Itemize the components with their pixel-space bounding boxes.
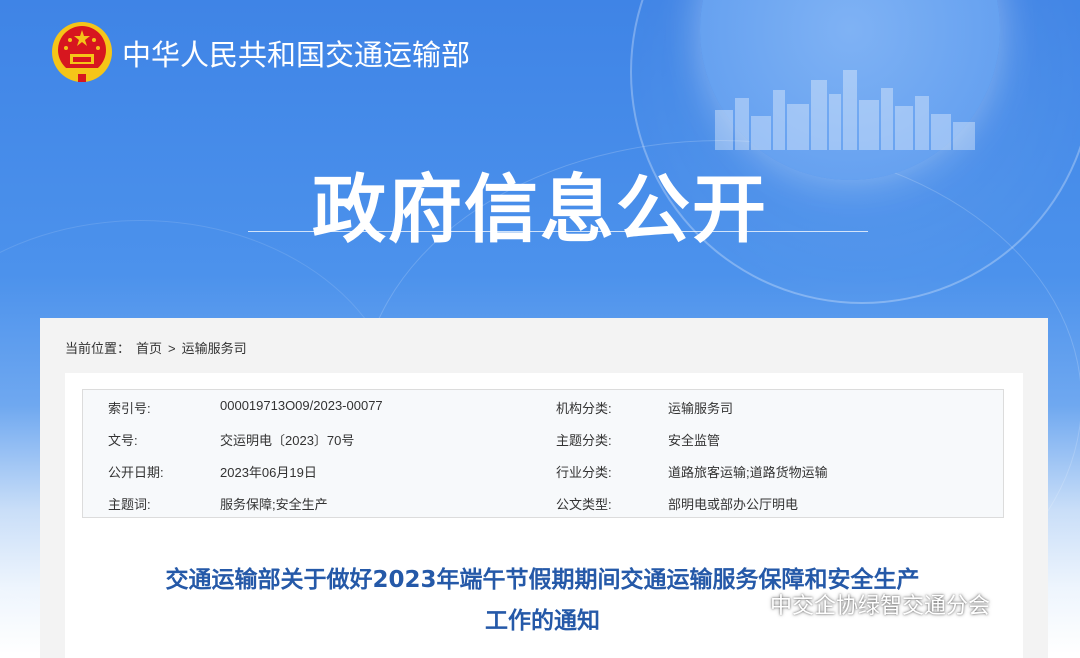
metadata-key: 文号:: [108, 433, 138, 448]
breadcrumb-separator: >: [168, 341, 176, 356]
breadcrumb-home-link[interactable]: 首页: [136, 341, 162, 356]
metadata-row: 文号: 交运明电〔2023〕70号 主题分类: 安全监管: [83, 422, 1003, 454]
metadata-table: 索引号: 000019713O09/2023-00077 机构分类: 运输服务司…: [82, 389, 1004, 518]
metadata-key: 公开日期:: [108, 465, 164, 480]
metadata-row: 主题词: 服务保障;安全生产 公文类型: 部明电或部办公厅明电: [83, 486, 1003, 518]
metadata-key: 公文类型:: [556, 497, 612, 512]
title-underline: [248, 231, 868, 232]
national-emblem-icon: [52, 22, 112, 82]
metadata-key: 行业分类:: [556, 465, 612, 480]
metadata-value: 运输服务司: [668, 401, 734, 416]
metadata-value: 道路旅客运输;道路货物运输: [668, 465, 828, 480]
watermark-text: 中交企协绿智交通分会: [770, 594, 991, 619]
metadata-key: 主题词:: [108, 497, 151, 512]
metadata-value: 交运明电〔2023〕70号: [220, 433, 355, 448]
watermark: 中交企协绿智交通分会: [728, 588, 990, 620]
metadata-key: 索引号:: [108, 401, 151, 416]
metadata-value: 2023年06月19日: [220, 465, 317, 480]
city-skyline-icon: [715, 70, 975, 150]
ministry-name: 中华人民共和国交通运输部: [122, 38, 471, 72]
metadata-row: 公开日期: 2023年06月19日 行业分类: 道路旅客运输;道路货物运输: [83, 454, 1003, 486]
metadata-value: 部明电或部办公厅明电: [668, 497, 799, 512]
banner-title: 政府信息公开: [312, 167, 768, 253]
breadcrumb-current-link[interactable]: 运输服务司: [182, 341, 247, 356]
metadata-value: 服务保障;安全生产: [220, 497, 328, 512]
metadata-value: 000019713O09/2023-00077: [220, 398, 383, 413]
breadcrumb-label: 当前位置：: [65, 341, 131, 356]
metadata-row: 索引号: 000019713O09/2023-00077 机构分类: 运输服务司: [83, 390, 1003, 422]
breadcrumb: 当前位置： 首页 > 运输服务司: [65, 338, 253, 357]
metadata-value: 安全监管: [668, 433, 721, 448]
wechat-icon: [730, 596, 762, 618]
metadata-key: 机构分类:: [556, 401, 612, 416]
metadata-key: 主题分类:: [556, 433, 612, 448]
